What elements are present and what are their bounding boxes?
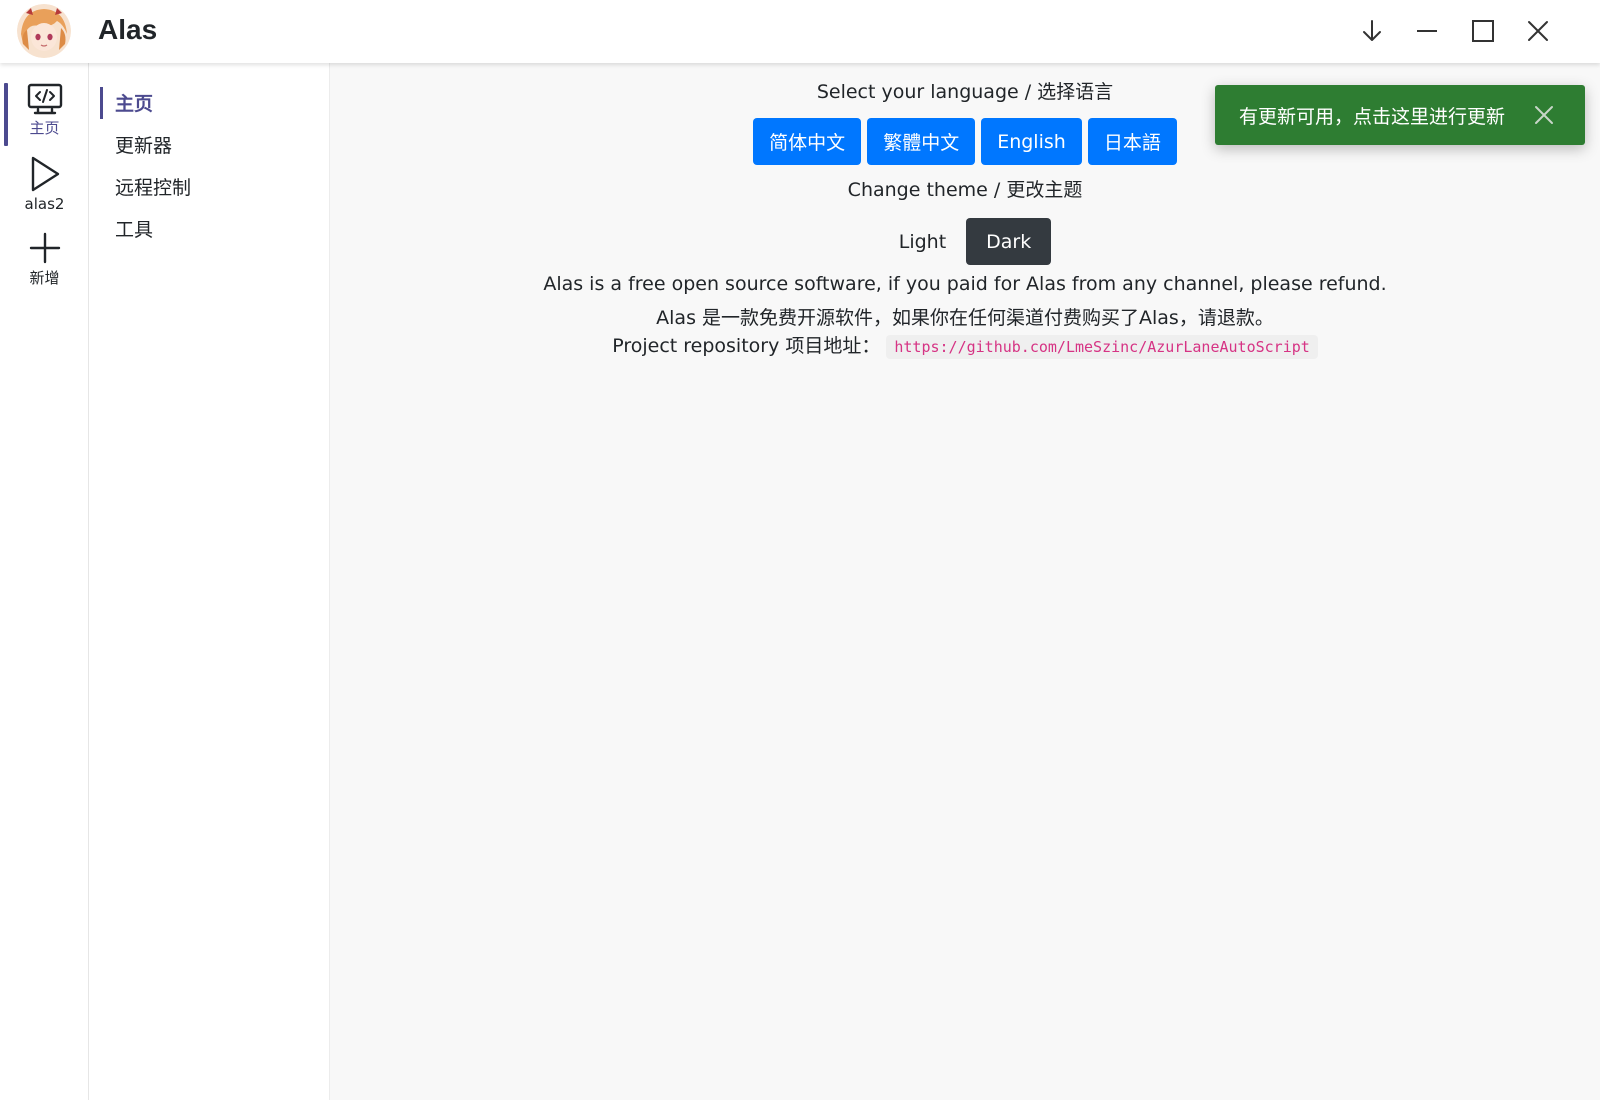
theme-button-dark[interactable]: Dark <box>966 218 1052 265</box>
arrow-down-icon <box>1363 20 1381 41</box>
nav-item-remote-control[interactable]: 远程控制 <box>115 173 191 200</box>
nav-item-updater[interactable]: 更新器 <box>115 131 172 158</box>
minimize-button[interactable] <box>1410 14 1444 48</box>
rail-item-add[interactable]: 新增 <box>0 231 89 299</box>
maximize-button[interactable] <box>1466 14 1500 48</box>
theme-heading: Change theme / 更改主题 <box>847 179 1083 201</box>
theme-button-group: Light Dark <box>330 218 1600 265</box>
notice-chinese: Alas 是一款免费开源软件，如果你在任何渠道付费购买了Alas，请退款。 <box>656 307 1274 329</box>
close-icon <box>1535 106 1553 124</box>
play-icon <box>31 156 59 192</box>
theme-button-light[interactable]: Light <box>879 218 966 265</box>
rail-item-label: alas2 <box>24 195 65 213</box>
update-available-toast[interactable]: 有更新可用，点击这里进行更新 <box>1215 85 1585 145</box>
rail-item-label: 主页 <box>29 119 60 137</box>
notice-english: Alas is a free open source software, if … <box>543 273 1387 295</box>
toast-message: 有更新可用，点击这里进行更新 <box>1239 105 1506 128</box>
rail-item-home[interactable]: 主页 <box>0 83 89 151</box>
nav-menu: 主页 更新器 远程控制 工具 <box>89 63 330 1100</box>
close-window-button[interactable] <box>1521 14 1555 48</box>
toast-close-button[interactable] <box>1533 104 1555 126</box>
instance-rail: 主页 alas2 新增 <box>0 63 89 1100</box>
monitor-code-icon <box>27 83 62 115</box>
close-icon <box>1528 21 1548 41</box>
main-content: Select your language / 选择语言 简体中文 繁體中文 En… <box>330 63 1600 1100</box>
lang-button-zh-cn[interactable]: 简体中文 <box>753 118 862 165</box>
download-update-button[interactable] <box>1355 14 1389 48</box>
nav-item-tools[interactable]: 工具 <box>115 215 153 242</box>
app-title: Alas <box>98 14 158 45</box>
app-logo <box>17 4 71 58</box>
lang-button-zh-tw[interactable]: 繁體中文 <box>867 118 976 165</box>
repo-label: Project repository 项目地址： <box>612 335 881 357</box>
repo-url[interactable]: https://github.com/LmeSzinc/AzurLaneAuto… <box>886 334 1318 359</box>
rail-item-label: 新增 <box>29 269 60 287</box>
lang-button-ja[interactable]: 日本語 <box>1087 118 1177 165</box>
rail-item-alas2[interactable]: alas2 <box>0 155 89 223</box>
nav-active-indicator <box>100 87 103 119</box>
nav-item-home[interactable]: 主页 <box>115 89 153 116</box>
minimize-icon <box>1417 30 1437 32</box>
repo-line: Project repository 项目地址： https://github.c… <box>330 331 1600 359</box>
lang-button-en[interactable]: English <box>981 118 1082 165</box>
plus-icon <box>29 232 60 264</box>
title-bar: Alas <box>0 0 1600 63</box>
maximize-icon <box>1472 20 1494 42</box>
